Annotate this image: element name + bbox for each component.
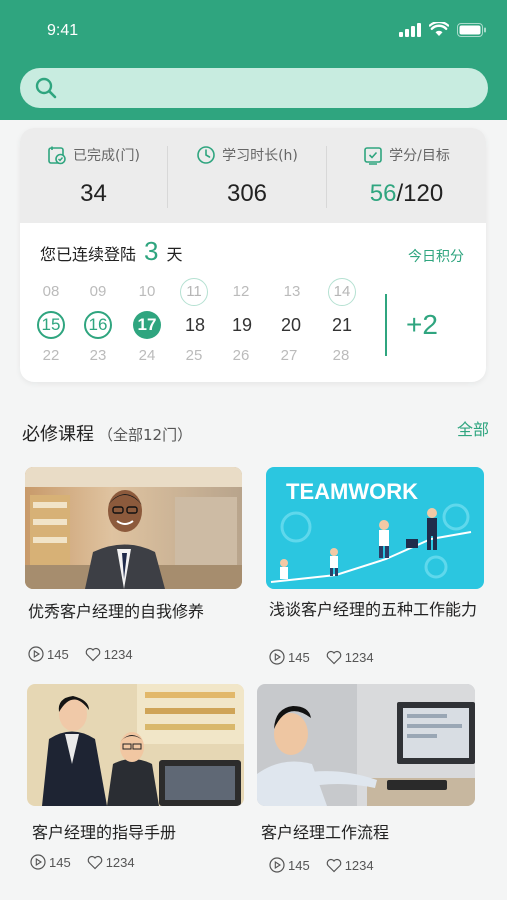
calendar-day[interactable]: 26 [227, 342, 255, 370]
play-count: 145 [288, 857, 310, 873]
stat-courses-done[interactable]: 已完成(门) 34 [20, 128, 167, 223]
course-meta: 145 1234 [28, 646, 133, 662]
course-thumbnail[interactable] [25, 467, 242, 589]
heart-icon[interactable] [326, 650, 342, 665]
section-count: （全部12门） [98, 426, 193, 444]
calendar-day-checked[interactable]: 16 [84, 311, 112, 339]
stat-credits[interactable]: 学分/目标 56/120 [327, 128, 486, 223]
stat-value: 56/120 [327, 180, 486, 208]
streak-prefix: 您已连续登陆 [40, 245, 137, 264]
calendar-day[interactable]: 10 [133, 278, 161, 306]
streak-days: 3 [144, 236, 159, 266]
credit-target: 120 [403, 180, 444, 207]
stats-panel: 已完成(门) 34 学习时长(h) 306 学分/目标 56/120 [20, 128, 486, 223]
salesman-image [25, 467, 242, 589]
calendar-day[interactable]: 25 [180, 342, 208, 370]
wifi-icon [429, 22, 449, 36]
calendar-day-checked[interactable]: 15 [37, 311, 65, 339]
streak-suffix: 天 [166, 245, 183, 264]
required-courses-title: 必修课程 （全部12门） [22, 420, 192, 446]
like-count: 1234 [344, 649, 374, 665]
play-count-icon [269, 857, 285, 873]
calendar-day[interactable]: 18 [181, 311, 209, 339]
stat-label: 已完成(门) [73, 148, 140, 164]
calendar-day[interactable]: 20 [277, 311, 305, 339]
heart-icon[interactable] [326, 858, 342, 873]
credit-check-icon [364, 147, 382, 165]
play-count-icon [30, 854, 46, 870]
clock-icon [197, 146, 215, 164]
points-divider [385, 294, 387, 356]
calendar-day[interactable]: 21 [328, 311, 356, 339]
calendar-day[interactable]: 12 [227, 278, 255, 306]
play-count: 145 [288, 649, 310, 665]
battery-icon [457, 22, 486, 37]
calendar-day-marked[interactable]: 14 [328, 278, 356, 306]
course-title[interactable]: 浅谈客户经理的五种工作能力 [269, 598, 483, 622]
heart-icon[interactable] [85, 647, 101, 662]
calendar-day[interactable]: 13 [278, 278, 306, 306]
calendar-day[interactable]: 22 [37, 342, 65, 370]
calendar-day-today[interactable]: 17 [133, 311, 161, 339]
calendar-day[interactable]: 24 [133, 342, 161, 370]
calendar-day[interactable]: 23 [84, 342, 112, 370]
calendar-day[interactable]: 28 [327, 342, 355, 370]
status-icons [399, 22, 487, 37]
play-count: 145 [47, 646, 69, 662]
heart-icon[interactable] [87, 855, 103, 870]
workflow-image [257, 684, 475, 806]
stat-label: 学习时长(h) [222, 148, 298, 164]
like-count: 1234 [103, 646, 133, 662]
course-thumbnail[interactable] [27, 684, 244, 806]
calendar-day[interactable]: 19 [228, 311, 256, 339]
stat-label: 学分/目标 [389, 148, 450, 164]
course-card[interactable]: 优秀客户经理的自我修养 145 1234 [25, 467, 242, 682]
calendar-day-marked[interactable]: 11 [180, 278, 208, 306]
credit-current: 56 [369, 180, 397, 207]
like-count: 1234 [344, 857, 374, 873]
status-time: 9:41 [47, 22, 79, 39]
search-icon[interactable] [35, 77, 57, 99]
course-meta: 145 1234 [30, 854, 135, 870]
course-title[interactable]: 客户经理工作流程 [261, 821, 475, 845]
course-thumbnail[interactable]: TEAMWORK [266, 467, 484, 589]
calendar-day[interactable]: 08 [37, 278, 65, 306]
stat-study-hours[interactable]: 学习时长(h) 306 [168, 128, 326, 223]
calendar-day[interactable]: 27 [275, 342, 303, 370]
today-points-value: +2 [406, 309, 438, 340]
app-header: 9:41 [0, 0, 507, 120]
play-count: 145 [49, 854, 71, 870]
stat-value: 306 [226, 180, 268, 207]
calendar-day[interactable]: 09 [84, 278, 112, 306]
guidance-image [27, 684, 244, 806]
today-points-label: 今日积分 [408, 249, 464, 265]
course-card[interactable]: 客户经理工作流程 145 1234 [257, 684, 475, 884]
course-thumbnail[interactable] [257, 684, 475, 806]
like-count: 1234 [105, 854, 135, 870]
teamwork-image: TEAMWORK [266, 467, 484, 589]
play-count-icon [28, 646, 44, 662]
cellular-signal-icon [399, 22, 421, 37]
course-meta: 145 1234 [269, 857, 374, 873]
learning-stats-card: 已完成(门) 34 学习时长(h) 306 学分/目标 56/120 您已连续登… [20, 128, 486, 382]
course-meta: 145 1234 [269, 649, 374, 665]
section-title-text: 必修课程 [22, 424, 94, 445]
course-title[interactable]: 优秀客户经理的自我修养 [28, 600, 242, 624]
course-card[interactable]: TEAMWORK 浅谈客户经理的五种工作能力 145 1234 [266, 467, 484, 682]
courses-done-icon [48, 146, 66, 165]
stat-value: 34 [80, 180, 107, 207]
play-count-icon [269, 649, 285, 665]
course-title[interactable]: 客户经理的指导手册 [32, 821, 244, 845]
course-card[interactable]: 客户经理的指导手册 145 1234 [27, 684, 244, 884]
login-streak: 您已连续登陆 3 天 [40, 236, 183, 267]
search-input[interactable] [20, 68, 488, 108]
see-all-link[interactable]: 全部 [457, 416, 489, 440]
teamwork-heading: TEAMWORK [286, 479, 418, 504]
